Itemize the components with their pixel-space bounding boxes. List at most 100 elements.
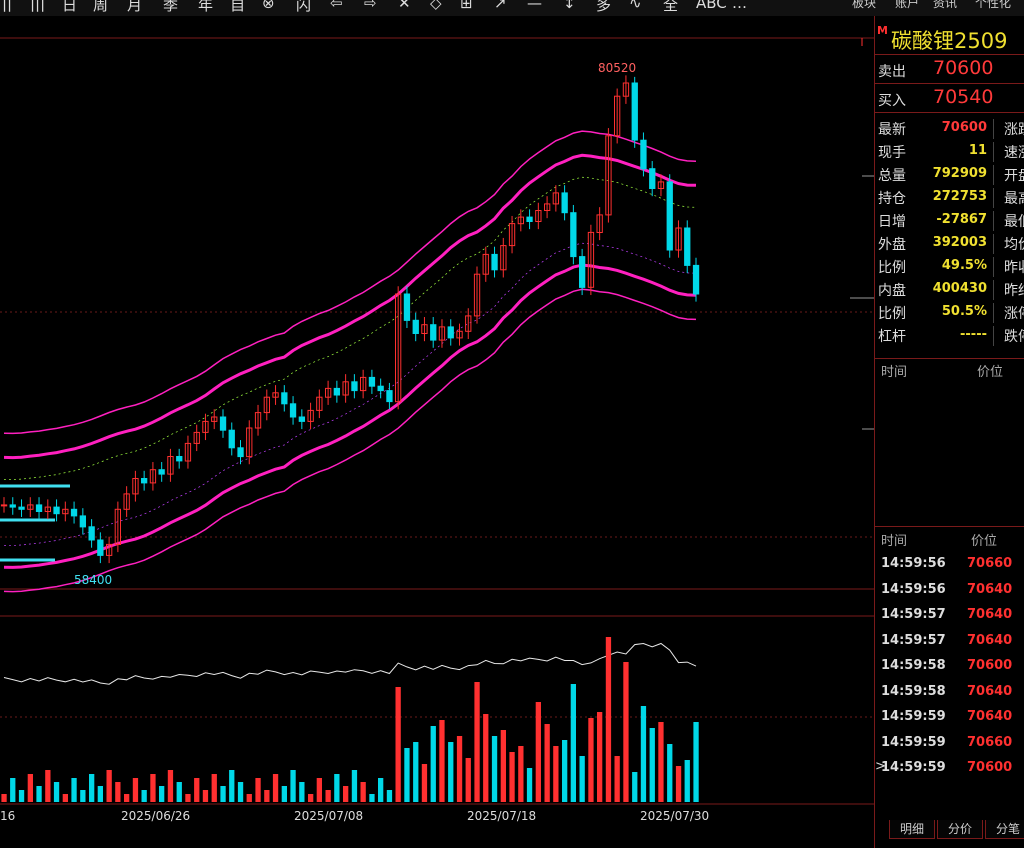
toolbar-button[interactable]: 全 [663,0,678,15]
market-marker: M [877,24,888,37]
toolbar-button[interactable]: ⊗ [262,0,275,12]
toolbar-button[interactable]: 季 [163,0,178,15]
tick-row: >14:59:59 70600 [875,755,1024,780]
toolbar-button[interactable]: ⇨ [364,0,377,12]
volume-bar [649,728,655,802]
quote-row: 比例 49.5% 昨收 [875,254,1024,277]
volume-bar [237,782,244,802]
volume-bar [97,786,103,802]
volume-bar [526,768,533,802]
toolbar-menu-item[interactable]: 账户 [895,0,919,11]
quote-right-label: 最高 [993,188,1024,208]
toolbar-button[interactable]: ⇦ [330,0,343,12]
candle-body [9,504,16,508]
ladder-time-header: 时间 [881,365,908,380]
volume-bar [308,794,314,802]
toolbar-button[interactable]: — [527,0,542,12]
toolbar-button[interactable]: 月 [127,0,142,15]
toolbar-button[interactable]: 周 [93,0,108,15]
candle-body [579,256,586,288]
candle-body [377,385,384,392]
tab-price-breakdown[interactable]: 分价 [937,820,983,839]
volume-bar [544,724,550,802]
toolbar-button[interactable]: ABC [696,0,727,12]
candle-body [70,508,78,517]
toolbar-button[interactable]: || [2,0,12,12]
quote-row: 外盘 392003 均价 [875,231,1024,254]
toolbar-button[interactable]: 闪 [296,0,311,15]
toolbar-button[interactable]: 自 [230,0,245,15]
candle-body [97,539,104,556]
volume-bar [570,684,576,802]
candle-body [570,212,577,258]
toolbar-button[interactable]: ∿ [629,0,642,12]
quote-label: 外盘 [878,237,906,253]
toolbar-button[interactable]: 年 [198,0,213,15]
candle-body [18,506,25,510]
buy-label: 买入 [878,93,906,109]
candle-body [684,227,691,266]
toolbar-button[interactable]: ✕ [398,0,411,12]
tick-price: 70640 [967,632,1013,648]
tick-price: 70640 [967,709,1013,724]
toolbar-button[interactable]: ◇ [430,0,442,12]
toolbar-button[interactable]: ↗ [494,0,507,12]
quote-label: 内盘 [878,283,906,299]
kline-chart[interactable]: 80520 58400 16 2025/06/26 2025/07/08 202… [0,16,874,848]
toolbar-button[interactable]: ||| [30,0,45,12]
volume-bar [325,790,331,802]
tick-time: 14:59:56 [881,556,946,571]
quote-value: 70600 [941,120,987,135]
volume-bar [194,778,200,802]
candle-body [79,515,86,528]
volume-bar [579,756,585,802]
candle-body [351,381,358,392]
toolbar-button[interactable]: ↕ [563,0,576,12]
tick-time: 14:59:56 [881,581,946,597]
tick-time: 14:59:58 [881,658,946,673]
quote-right-label: 跌停 [993,326,1024,346]
tab-detail[interactable]: 明细 [889,820,935,839]
x-tick-label: 16 [0,809,16,823]
x-tick-label: 2025/07/08 [294,809,364,823]
tab-tick-breakdown[interactable]: 分笔 [985,820,1024,839]
ticks-time-header: 时间 [881,534,908,549]
volume-bar [632,772,638,802]
candle-body [219,416,227,431]
buy-row[interactable]: 买入 70540 [875,84,1024,113]
toolbar-menu-item[interactable]: 板块 [852,0,876,11]
candle-body [53,506,60,515]
volume-bar [10,778,16,802]
toolbar-button[interactable]: 日 [62,0,77,15]
ladder-header: 时间 价位 [875,358,1024,380]
quote-right-label: 涨跌 [993,119,1024,139]
volume-bar [343,786,349,802]
volume-bar [588,718,594,802]
tick-price: 70600 [967,760,1013,775]
tick-price: 70660 [967,556,1013,571]
ticks-header: 时间 价位 [875,526,1024,549]
toolbar-menu-item[interactable]: 个性化 [975,0,1011,11]
volume-bar [421,764,428,802]
volume-bar [202,790,209,802]
candle-body [640,139,647,170]
open-interest-line [3,642,697,685]
symbol-name[interactable]: 碳酸锂2509 [891,25,1007,55]
volume-bar [281,786,287,802]
tick-time: 14:59:58 [881,683,946,699]
toolbar-button[interactable]: ⊞ [460,0,473,12]
tick-row: 14:59:56 70640 [875,577,1024,602]
volume-bar [553,746,559,802]
quote-label: 总量 [878,168,906,184]
volume-bar [53,782,60,802]
volume-bar [448,742,454,802]
tick-time: 14:59:57 [881,632,946,648]
quote-label: 比例 [878,306,906,322]
sell-row[interactable]: 卖出 70600 [875,55,1024,84]
x-tick-label: 2025/07/18 [467,809,537,823]
toolbar-button[interactable]: 多 [596,0,611,15]
volume-bar [80,790,86,802]
toolbar-menu-item[interactable]: 资讯 [933,0,957,11]
toolbar-button[interactable]: … [732,0,747,12]
volume-bar [115,782,121,802]
